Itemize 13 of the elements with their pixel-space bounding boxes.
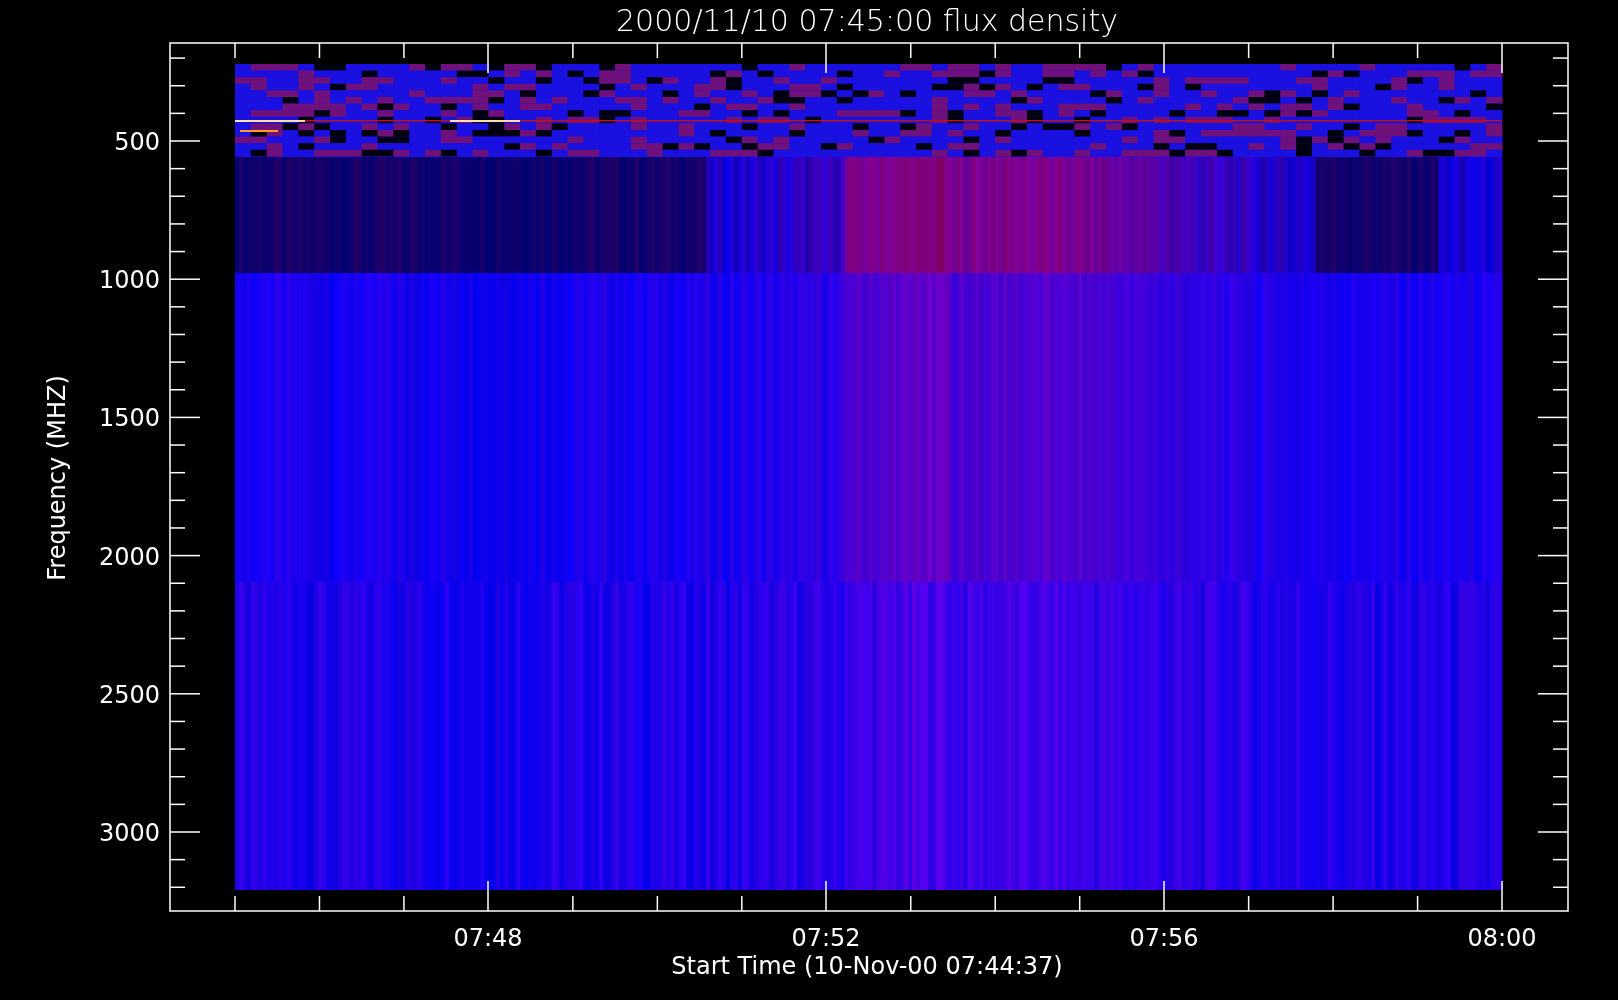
x-axis-label: Start Time (10-Nov-00 07:44:37) [671, 952, 1063, 980]
x-tick-label: 08:00 [1467, 924, 1537, 952]
y-tick-label: 2000 [98, 542, 160, 571]
y-tick-label: 1000 [98, 266, 160, 295]
y-tick-label: 1500 [98, 404, 160, 433]
y-tick-label: 3000 [98, 819, 160, 847]
y-tick-label: 2500 [98, 680, 160, 709]
x-tick-label: 07:48 [453, 924, 523, 952]
y-axis-label: Frequency (MHZ) [43, 375, 71, 581]
x-tick-label: 07:56 [1129, 924, 1199, 952]
x-tick-label: 07:52 [791, 924, 861, 952]
y-tick-label: 500 [114, 128, 160, 156]
plot-title: 2000/11/10 07:45:00 flux density [616, 3, 1118, 38]
